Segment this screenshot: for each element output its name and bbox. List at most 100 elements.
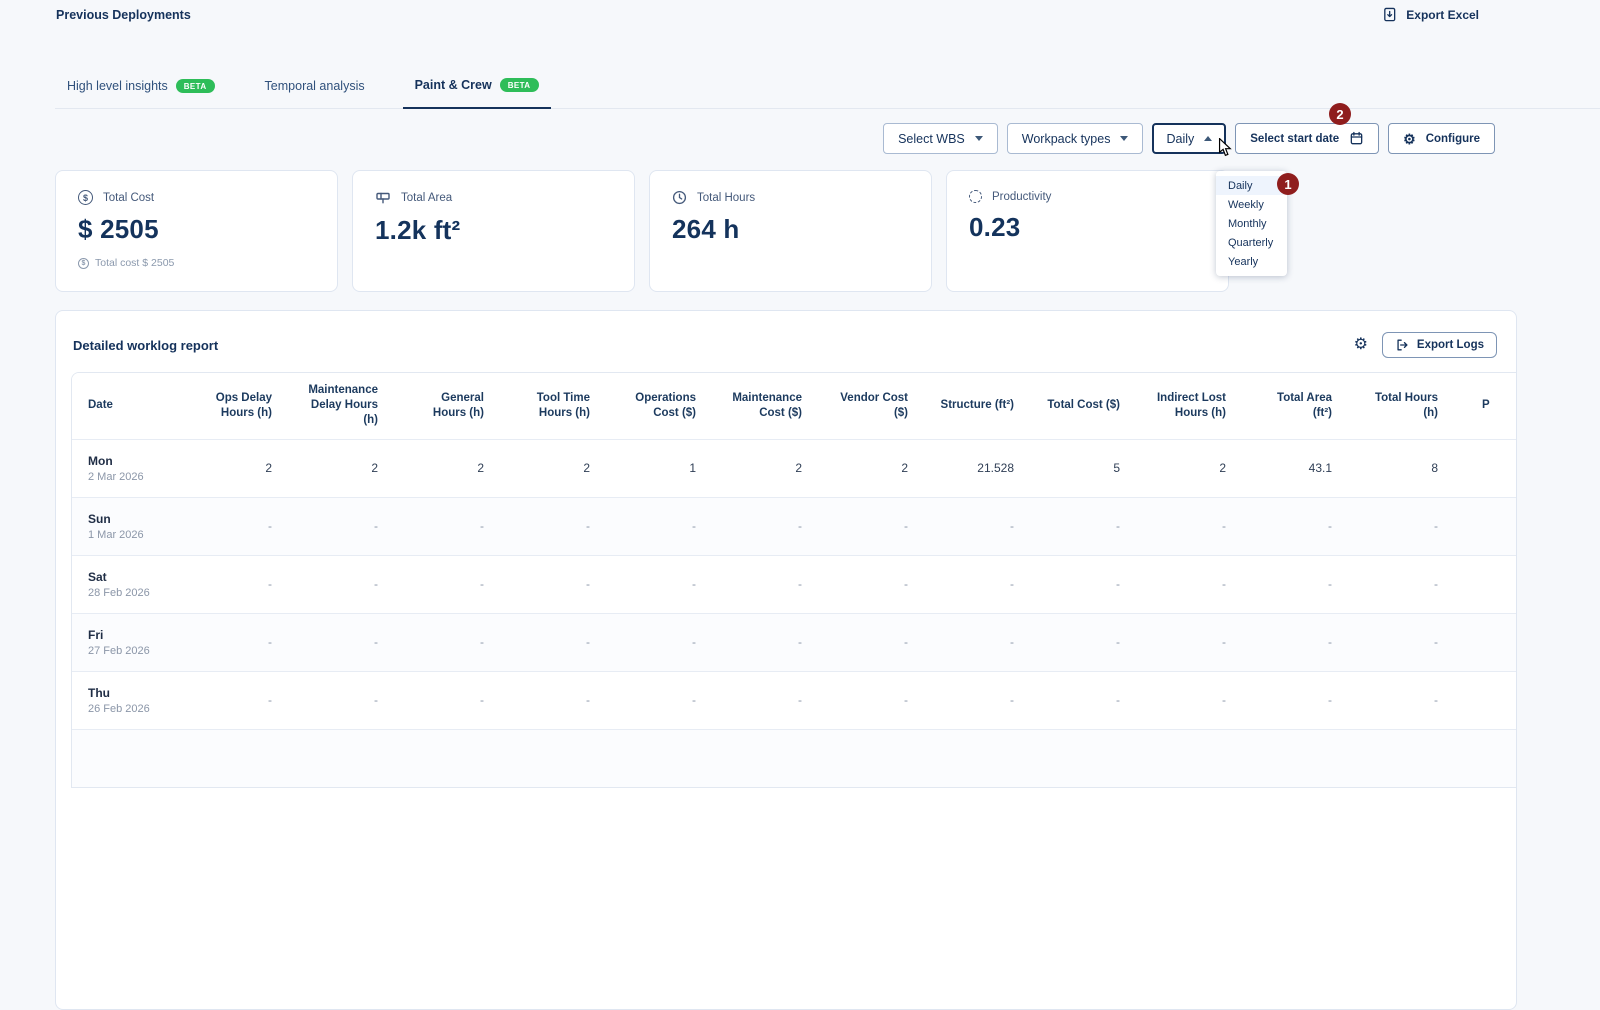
value-cell: - bbox=[1242, 555, 1348, 613]
export-excel-icon bbox=[1382, 7, 1397, 22]
value-cell: - bbox=[1136, 613, 1242, 671]
beta-badge: BETA bbox=[500, 78, 539, 92]
date-cell: Fri27 Feb 2026 bbox=[72, 613, 182, 671]
day-label: Fri bbox=[88, 628, 166, 642]
value-cell: - bbox=[182, 497, 288, 555]
day-label: Sun bbox=[88, 512, 166, 526]
day-label: Thu bbox=[88, 686, 166, 700]
value-cell: - bbox=[818, 671, 924, 729]
tab-temporal-analysis[interactable]: Temporal analysis bbox=[253, 78, 377, 108]
worklog-settings-gear-icon[interactable]: ⚙ bbox=[1354, 337, 1368, 353]
value-cell: - bbox=[1348, 555, 1454, 613]
table-row-partial bbox=[72, 729, 1517, 787]
metric-label: Productivity bbox=[992, 191, 1051, 203]
value-cell: - bbox=[924, 555, 1030, 613]
tab-label: High level insights bbox=[67, 79, 168, 93]
configure-button[interactable]: ⚙ Configure bbox=[1388, 123, 1495, 154]
value-cell: - bbox=[924, 671, 1030, 729]
value-cell: 2 bbox=[182, 439, 288, 497]
worklog-card: Detailed worklog report ⚙ Export Logs Da… bbox=[55, 310, 1517, 1010]
table-row: Fri27 Feb 2026------------ bbox=[72, 613, 1517, 671]
column-header: Operations Cost ($) bbox=[606, 373, 712, 439]
menu-item-yearly[interactable]: Yearly bbox=[1216, 252, 1287, 271]
table-row: Mon2 Mar 2026222212221.5285243.18 bbox=[72, 439, 1517, 497]
menu-item-weekly[interactable]: Weekly bbox=[1216, 195, 1287, 214]
value-cell: - bbox=[182, 555, 288, 613]
page-title: Previous Deployments bbox=[56, 8, 191, 22]
value-cell: - bbox=[500, 613, 606, 671]
top-bar: Previous Deployments Export Excel bbox=[0, 0, 1600, 22]
calendar-icon bbox=[1349, 131, 1364, 146]
workpack-types-label: Workpack types bbox=[1022, 132, 1111, 146]
table-row: Thu26 Feb 2026------------ bbox=[72, 671, 1517, 729]
column-header: Structure (ft²) bbox=[924, 373, 1030, 439]
value-cell: - bbox=[288, 555, 394, 613]
metric-cards: $ Total Cost $ 2505 $ Total cost $ 2505 … bbox=[55, 170, 1600, 292]
select-start-date-label: Select start date bbox=[1250, 133, 1339, 145]
value-cell: - bbox=[606, 613, 712, 671]
menu-item-monthly[interactable]: Monthly bbox=[1216, 214, 1287, 233]
date-label: 26 Feb 2026 bbox=[88, 703, 166, 715]
tab-paint-crew[interactable]: Paint & CrewBETA bbox=[403, 78, 551, 109]
productivity-icon bbox=[969, 190, 982, 203]
value-cell: - bbox=[1136, 671, 1242, 729]
metric-value: 264 h bbox=[672, 214, 909, 245]
metric-value: 1.2k ft² bbox=[375, 215, 612, 246]
tab-high-level-insights[interactable]: High level insightsBETA bbox=[55, 78, 227, 108]
value-cell: 2 bbox=[1136, 439, 1242, 497]
value-cell: 2 bbox=[288, 439, 394, 497]
value-cell: - bbox=[1030, 671, 1136, 729]
value-cell: - bbox=[924, 497, 1030, 555]
granularity-label: Daily bbox=[1166, 132, 1194, 146]
column-header: Total Hours (h) bbox=[1348, 373, 1454, 439]
value-cell bbox=[1454, 555, 1517, 613]
export-logs-label: Export Logs bbox=[1417, 339, 1484, 351]
value-cell: 21.528 bbox=[924, 439, 1030, 497]
value-cell: - bbox=[1030, 555, 1136, 613]
area-icon bbox=[375, 190, 391, 206]
select-start-date-button[interactable]: Select start date bbox=[1235, 123, 1379, 154]
configure-label: Configure bbox=[1426, 133, 1480, 145]
column-header: Maintenance Delay Hours (h) bbox=[288, 373, 394, 439]
dollar-circle-icon: $ bbox=[78, 190, 93, 205]
date-cell: Sun1 Mar 2026 bbox=[72, 497, 182, 555]
menu-item-quarterly[interactable]: Quarterly bbox=[1216, 233, 1287, 252]
tab-label: Temporal analysis bbox=[265, 79, 365, 93]
value-cell: - bbox=[818, 555, 924, 613]
value-cell: - bbox=[394, 555, 500, 613]
metric-label: Total Area bbox=[401, 192, 452, 204]
export-logs-button[interactable]: Export Logs bbox=[1382, 332, 1497, 358]
metric-label: Total Hours bbox=[697, 192, 755, 204]
metric-card-total-area: Total Area 1.2k ft² bbox=[352, 170, 635, 292]
value-cell bbox=[1454, 671, 1517, 729]
value-cell: - bbox=[394, 613, 500, 671]
value-cell: - bbox=[1136, 497, 1242, 555]
column-header: Total Area (ft²) bbox=[1242, 373, 1348, 439]
value-cell: - bbox=[288, 497, 394, 555]
granularity-dropdown[interactable]: Daily bbox=[1152, 123, 1226, 154]
value-cell bbox=[1454, 497, 1517, 555]
filter-bar: Select WBS Workpack types Daily Select s… bbox=[0, 109, 1600, 154]
value-cell: - bbox=[1242, 671, 1348, 729]
date-label: 28 Feb 2026 bbox=[88, 587, 166, 599]
value-cell bbox=[1454, 439, 1517, 497]
annotation-badge-2: 2 bbox=[1329, 103, 1351, 125]
select-wbs-dropdown[interactable]: Select WBS bbox=[883, 123, 998, 154]
export-excel-label: Export Excel bbox=[1406, 8, 1479, 22]
export-excel-button[interactable]: Export Excel bbox=[1382, 7, 1479, 22]
value-cell: - bbox=[606, 555, 712, 613]
value-cell: 2 bbox=[818, 439, 924, 497]
workpack-types-dropdown[interactable]: Workpack types bbox=[1007, 123, 1144, 154]
worklog-table: DateOps Delay Hours (h)Maintenance Delay… bbox=[72, 373, 1517, 787]
date-cell: Thu 26 Feb 2026 bbox=[72, 671, 182, 729]
value-cell: - bbox=[712, 555, 818, 613]
column-header: Vendor Cost ($) bbox=[818, 373, 924, 439]
value-cell: 5 bbox=[1030, 439, 1136, 497]
value-cell: - bbox=[394, 671, 500, 729]
value-cell: - bbox=[394, 497, 500, 555]
value-cell: - bbox=[1348, 497, 1454, 555]
worklog-table-scroll[interactable]: DateOps Delay Hours (h)Maintenance Delay… bbox=[71, 372, 1517, 788]
value-cell: - bbox=[1348, 613, 1454, 671]
value-cell: - bbox=[500, 497, 606, 555]
value-cell: - bbox=[1030, 613, 1136, 671]
